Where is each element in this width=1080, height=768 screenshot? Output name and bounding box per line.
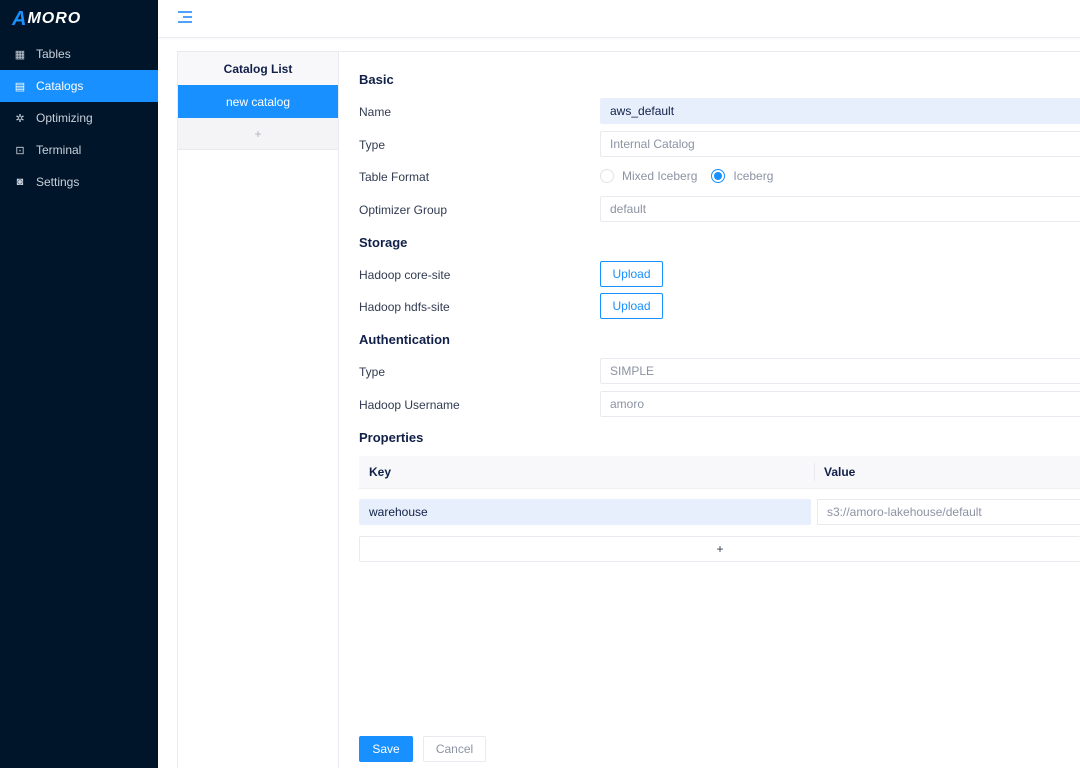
- sidebar-item-label: Optimizing: [36, 111, 93, 125]
- table-format-radio-group: Mixed Iceberg Iceberg: [600, 169, 773, 183]
- section-basic: Basic: [359, 72, 394, 87]
- cancel-button[interactable]: Cancel: [423, 736, 486, 762]
- type-label: Type: [359, 138, 386, 152]
- sidebar: A MORO ▦ Tables ▤ Catalogs ✲ Optimizing …: [0, 0, 158, 768]
- section-storage: Storage: [359, 235, 408, 250]
- sidebar-item-optimizing[interactable]: ✲ Optimizing: [0, 102, 158, 134]
- radio-mixed-iceberg[interactable]: [600, 169, 614, 183]
- sidebar-item-catalogs[interactable]: ▤ Catalogs: [0, 70, 158, 102]
- hdfs-site-label: Hadoop hdfs-site: [359, 300, 450, 314]
- property-key-input[interactable]: warehouse: [359, 499, 811, 525]
- optimizing-icon: ✲: [15, 112, 25, 125]
- settings-icon: ◙: [16, 176, 24, 188]
- catalog-list-title: Catalog List: [178, 52, 338, 85]
- name-label: Name: [359, 105, 392, 119]
- terminal-icon: ⊡: [15, 144, 25, 157]
- radio-label: Iceberg: [733, 169, 774, 183]
- section-properties: Properties: [359, 430, 424, 445]
- radio-label: Mixed Iceberg: [622, 169, 698, 183]
- sidebar-item-tables[interactable]: ▦ Tables: [0, 38, 158, 70]
- catalog-icon: ▤: [14, 80, 26, 93]
- catalog-list: Catalog List new catalog +: [177, 51, 339, 768]
- sidebar-item-label: Tables: [36, 47, 71, 61]
- column-header-value: Value: [824, 465, 856, 479]
- table-format-label: Table Format: [359, 170, 430, 184]
- sidebar-item-terminal[interactable]: ⊡ Terminal: [0, 134, 158, 166]
- menu-fold-icon[interactable]: [178, 11, 192, 23]
- add-property-button[interactable]: +: [359, 536, 1080, 562]
- radio-iceberg[interactable]: [711, 169, 726, 183]
- hadoop-username-input[interactable]: amoro: [600, 391, 1080, 417]
- column-header-key: Key: [359, 463, 815, 481]
- logo-text: MORO: [27, 10, 82, 27]
- section-authentication: Authentication: [359, 332, 450, 347]
- sidebar-item-label: Terminal: [36, 143, 82, 157]
- optimizer-group-label: Optimizer Group: [359, 203, 448, 217]
- sidebar-item-label: Catalogs: [36, 79, 84, 93]
- hadoop-username-label: Hadoop Username: [359, 398, 460, 412]
- type-select[interactable]: Internal Catalog: [600, 131, 1080, 157]
- name-input[interactable]: aws_default: [600, 98, 1080, 124]
- properties-table-header: Key Value: [359, 456, 1080, 489]
- top-bar: [158, 0, 1080, 38]
- upload-core-site-button[interactable]: Upload: [600, 261, 663, 287]
- catalog-item[interactable]: new catalog: [178, 85, 338, 118]
- logo[interactable]: A MORO: [0, 0, 158, 38]
- save-button[interactable]: Save: [359, 736, 413, 762]
- sidebar-item-label: Settings: [36, 175, 80, 189]
- optimizer-group-select[interactable]: default: [600, 196, 1080, 222]
- core-site-label: Hadoop core-site: [359, 268, 451, 282]
- auth-type-label: Type: [359, 365, 386, 379]
- add-catalog-button[interactable]: +: [178, 118, 338, 150]
- table-icon: ▦: [14, 48, 26, 61]
- upload-hdfs-site-button[interactable]: Upload: [600, 293, 663, 319]
- auth-type-select[interactable]: SIMPLE: [600, 358, 1080, 384]
- catalog-form: Basic Name aws_default Type Internal Cat…: [340, 51, 1080, 768]
- logo-mark: A: [12, 7, 27, 30]
- property-value-input[interactable]: s3://amoro-lakehouse/default: [817, 499, 1080, 525]
- sidebar-item-settings[interactable]: ◙ Settings: [0, 166, 158, 198]
